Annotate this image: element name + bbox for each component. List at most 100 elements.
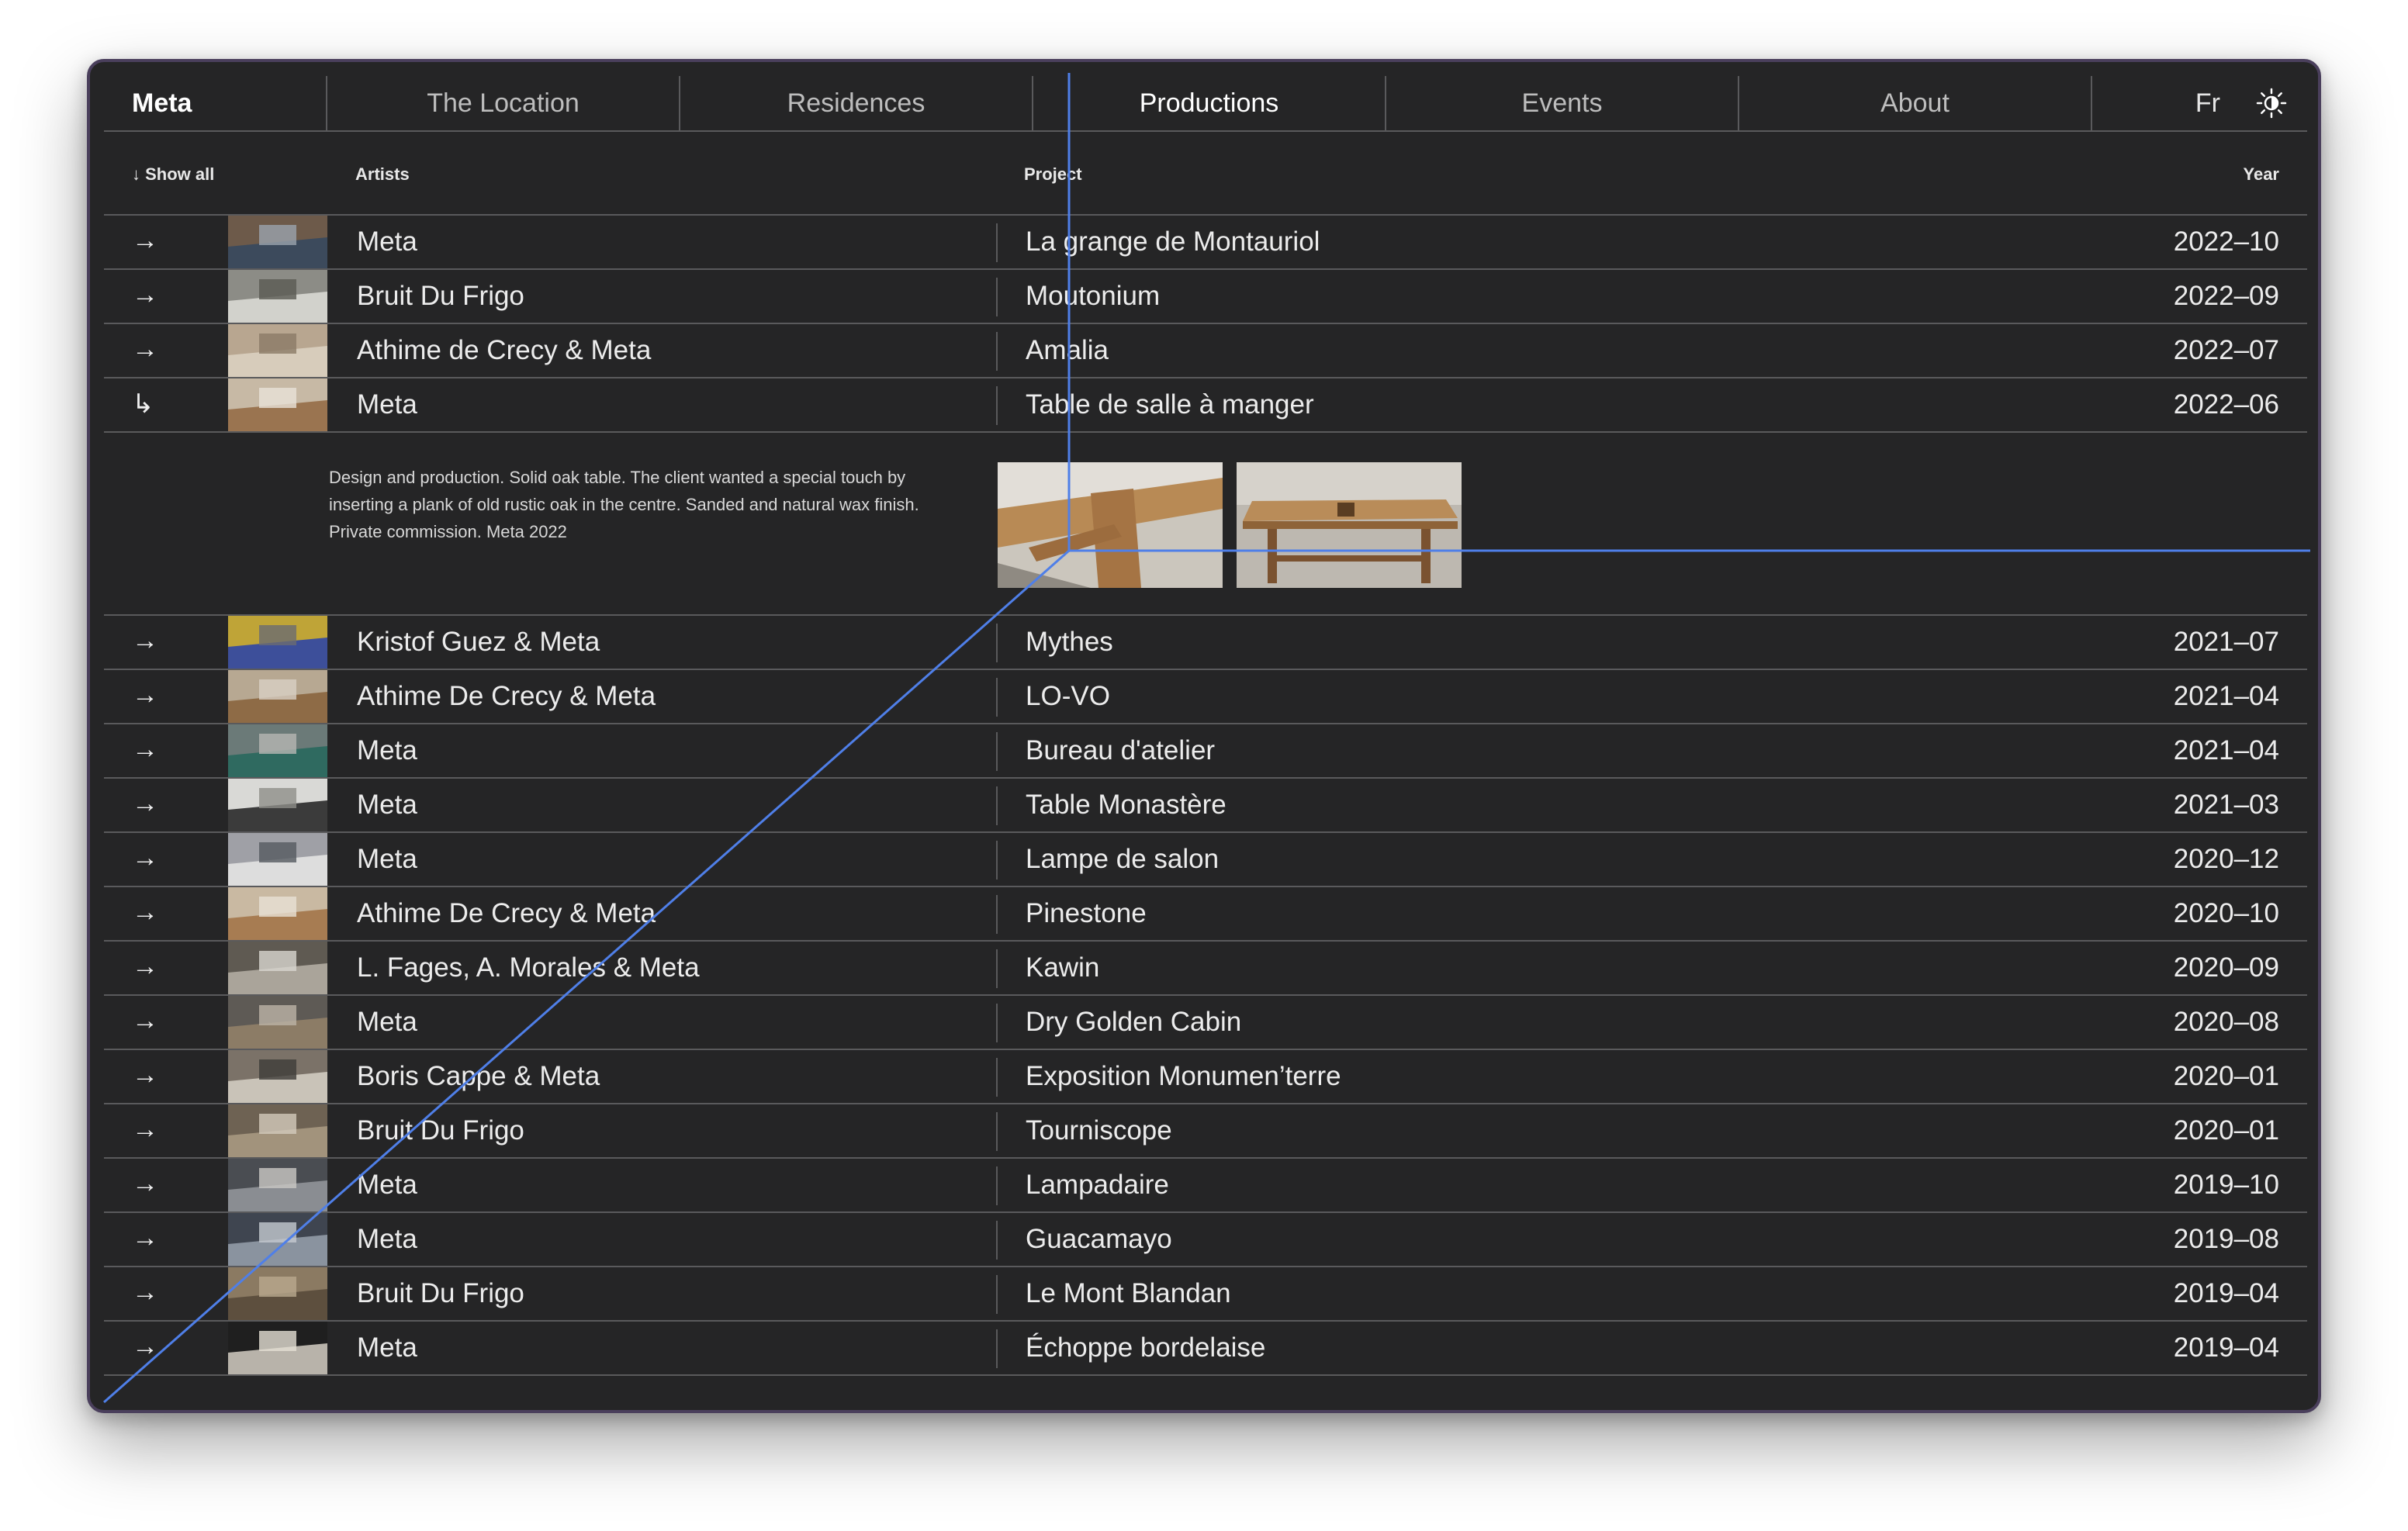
row-artist: Meta — [357, 735, 417, 766]
column-divider — [996, 949, 998, 988]
table-row[interactable]: → Meta Lampadaire 2019–10 — [104, 1159, 2307, 1213]
row-year: 2022–06 — [2173, 389, 2279, 420]
table-row[interactable]: → Meta Guacamayo 2019–08 — [104, 1213, 2307, 1267]
arrow-right-icon: → — [132, 952, 158, 981]
arrow-right-icon: → — [132, 680, 158, 710]
project-image-table-full[interactable] — [1237, 462, 1462, 588]
row-artist: Bruit Du Frigo — [357, 281, 524, 311]
row-year: 2019–08 — [2173, 1224, 2279, 1254]
row-thumbnail — [228, 670, 327, 723]
arrow-right-icon: → — [132, 1332, 158, 1361]
row-thumbnail — [228, 1213, 327, 1266]
row-artist: Athime De Crecy & Meta — [357, 681, 656, 711]
row-artist: Meta — [357, 226, 417, 257]
table-row[interactable]: → Kristof Guez & Meta Mythes 2021–07 — [104, 616, 2307, 670]
row-artist: Bruit Du Frigo — [357, 1278, 524, 1308]
row-project: Pinestone — [1026, 898, 1147, 928]
project-image-table-detail[interactable] — [998, 462, 1223, 588]
table-row[interactable]: → Athime de Crecy & Meta Amalia 2022–07 — [104, 324, 2307, 378]
column-divider — [996, 895, 998, 934]
row-year: 2021–07 — [2173, 627, 2279, 657]
table-row[interactable]: → Athime De Crecy & Meta Pinestone 2020–10 — [104, 887, 2307, 942]
row-thumbnail — [228, 833, 327, 886]
row-artist: Bruit Du Frigo — [357, 1115, 524, 1146]
row-year: 2021–04 — [2173, 681, 2279, 711]
column-header-project[interactable]: Project — [1024, 164, 1082, 185]
row-artist: Kristof Guez & Meta — [357, 627, 600, 657]
show-all-button[interactable]: ↓ Show all — [132, 164, 214, 185]
row-year: 2022–10 — [2173, 226, 2279, 257]
row-year: 2022–09 — [2173, 281, 2279, 311]
row-year: 2021–04 — [2173, 735, 2279, 766]
row-project: Lampe de salon — [1026, 844, 1220, 874]
column-divider — [996, 786, 998, 825]
language-toggle[interactable]: Fr — [2195, 88, 2220, 119]
row-project: Mythes — [1026, 627, 1113, 657]
nav-tab-location[interactable]: The Location — [326, 76, 679, 130]
column-divider — [996, 332, 998, 371]
row-thumbnail — [228, 1159, 327, 1211]
row-artist: Meta — [357, 1007, 417, 1037]
column-divider — [996, 1166, 998, 1205]
column-header-year[interactable]: Year — [2244, 164, 2280, 185]
row-project: Échoppe bordelaise — [1026, 1332, 1266, 1363]
nav-tab-about[interactable]: About — [1738, 76, 2091, 130]
row-thumbnail — [228, 942, 327, 994]
table-row[interactable]: ↳ Meta Table de salle à manger 2022–06 — [104, 378, 2307, 433]
arrow-right-icon: → — [132, 1060, 158, 1090]
arrow-right-icon: → — [132, 1115, 158, 1144]
row-artist: Boris Cappe & Meta — [357, 1061, 600, 1091]
table-row[interactable]: → Meta Dry Golden Cabin 2020–08 — [104, 996, 2307, 1050]
row-artist: Athime De Crecy & Meta — [357, 898, 656, 928]
row-artist: Meta — [357, 1332, 417, 1363]
table-row[interactable]: → L. Fages, A. Morales & Meta Kawin 2020–09 — [104, 942, 2307, 996]
column-divider — [996, 678, 998, 717]
arrow-right-icon: → — [132, 226, 158, 255]
arrow-right-icon: → — [132, 734, 158, 764]
arrow-right-icon: → — [132, 1223, 158, 1253]
table-row[interactable]: → Bruit Du Frigo Moutonium 2022–09 — [104, 270, 2307, 324]
browser-window: Meta The Location Residences Productions… — [87, 59, 2321, 1413]
arrow-right-icon: → — [132, 1277, 158, 1307]
arrow-right-icon: → — [132, 280, 158, 309]
column-divider — [996, 1329, 998, 1368]
row-project: Guacamayo — [1026, 1224, 1172, 1254]
row-thumbnail — [228, 378, 327, 431]
row-project: Amalia — [1026, 335, 1109, 365]
expanded-arrow-icon: ↳ — [132, 389, 154, 419]
table-row[interactable]: → Meta Lampe de salon 2020–12 — [104, 833, 2307, 887]
table-row[interactable]: → Meta Échoppe bordelaise 2019–04 — [104, 1322, 2307, 1376]
row-thumbnail — [228, 1104, 327, 1157]
table-row[interactable]: → Meta La grange de Montauriol 2022–10 — [104, 216, 2307, 270]
nav-tab-productions[interactable]: Productions — [1032, 76, 1385, 130]
column-header-artists[interactable]: Artists — [355, 164, 410, 185]
table-row[interactable]: → Athime De Crecy & Meta LO-VO 2021–04 — [104, 670, 2307, 724]
row-project: LO-VO — [1026, 681, 1110, 711]
brand-link[interactable]: Meta — [104, 76, 326, 130]
sun-icon[interactable] — [2256, 88, 2287, 119]
row-thumbnail — [228, 724, 327, 777]
row-project: Kawin — [1026, 952, 1100, 983]
table-row[interactable]: → Bruit Du Frigo Tourniscope 2020–01 — [104, 1104, 2307, 1159]
row-project: Table de salle à manger — [1026, 389, 1314, 420]
nav-tab-residences[interactable]: Residences — [679, 76, 1032, 130]
column-divider — [996, 278, 998, 316]
arrow-right-icon: → — [132, 334, 158, 364]
row-thumbnail — [228, 270, 327, 323]
arrow-right-icon: → — [132, 1169, 158, 1198]
column-divider — [996, 223, 998, 262]
row-year: 2020–09 — [2173, 952, 2279, 983]
column-divider — [996, 386, 998, 425]
column-divider — [996, 1112, 998, 1151]
table-row[interactable]: → Meta Table Monastère 2021–03 — [104, 779, 2307, 833]
project-description: Design and production. Solid oak table. … — [329, 468, 919, 541]
table-row[interactable]: → Bruit Du Frigo Le Mont Blandan 2019–04 — [104, 1267, 2307, 1322]
rows-before: → Meta La grange de Montauriol 2022–10 → Brui… — [104, 216, 2307, 433]
table-row[interactable]: → Meta Bureau d'atelier 2021–04 — [104, 724, 2307, 779]
row-year: 2020–08 — [2173, 1007, 2279, 1037]
table-row[interactable]: → Boris Cappe & Meta Exposition Monumen’te… — [104, 1050, 2307, 1104]
row-thumbnail — [228, 779, 327, 831]
column-divider — [996, 732, 998, 771]
nav-tab-events[interactable]: Events — [1385, 76, 1738, 130]
column-divider — [996, 841, 998, 880]
